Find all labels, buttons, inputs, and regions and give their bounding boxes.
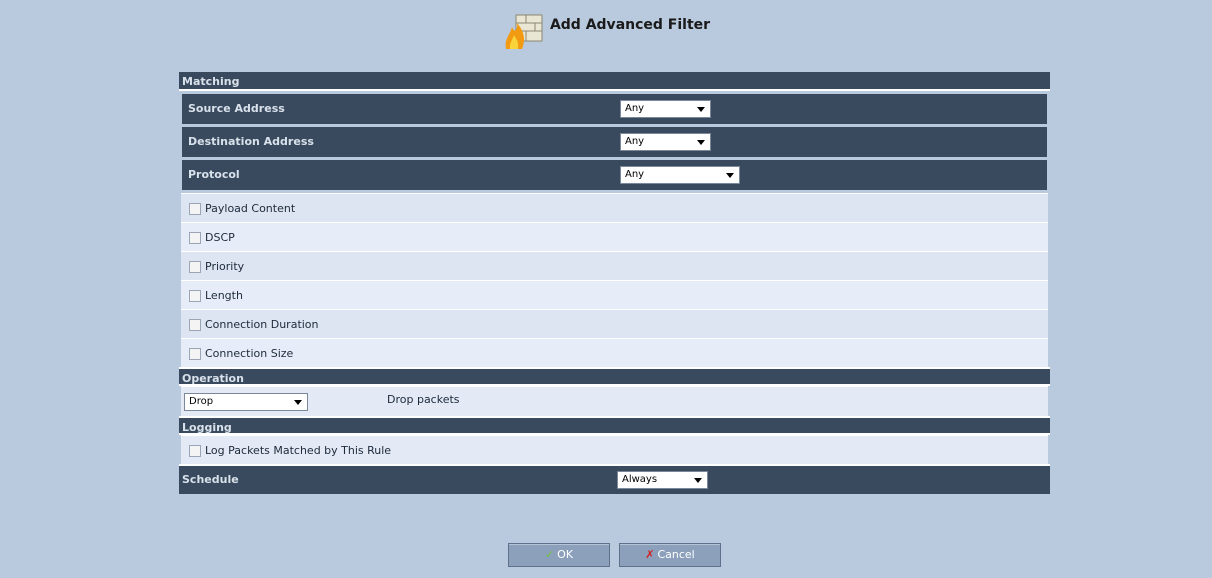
- log-packets-label: Log Packets Matched by This Rule: [205, 444, 392, 457]
- filter-panel: Matching Source Address Any Destination …: [179, 72, 1050, 494]
- checkmark-icon: ✓: [544, 548, 555, 561]
- ok-button[interactable]: ✓ OK: [508, 543, 610, 567]
- matching-options: Payload Content DSCP Priority Length Con…: [179, 193, 1050, 367]
- operation-section-header: Operation: [179, 367, 1050, 386]
- option-priority: Priority: [181, 251, 1048, 280]
- source-address-select[interactable]: Any: [620, 100, 711, 118]
- destination-address-select[interactable]: Any: [620, 133, 711, 151]
- dscp-label: DSCP: [205, 231, 235, 244]
- matching-section-header: Matching: [179, 72, 1050, 91]
- source-address-value: Any: [625, 103, 645, 114]
- schedule-select[interactable]: Always: [617, 471, 708, 489]
- dropdown-arrow-icon: [294, 400, 302, 405]
- dropdown-arrow-icon: [697, 107, 705, 112]
- protocol-row: Protocol Any: [182, 160, 1047, 190]
- schedule-row: Schedule Always: [179, 464, 1050, 494]
- priority-checkbox[interactable]: [189, 261, 201, 273]
- dropdown-arrow-icon: [697, 140, 705, 145]
- source-address-row: Source Address Any: [182, 94, 1047, 124]
- payload-content-label: Payload Content: [205, 202, 296, 215]
- option-connection-duration: Connection Duration: [181, 309, 1048, 338]
- length-label: Length: [205, 289, 243, 302]
- protocol-label: Protocol: [188, 168, 240, 181]
- cancel-label: Cancel: [657, 548, 695, 561]
- schedule-label: Schedule: [182, 473, 239, 486]
- length-checkbox[interactable]: [189, 290, 201, 302]
- connection-size-label: Connection Size: [205, 347, 294, 360]
- log-packets-row: Log Packets Matched by This Rule: [181, 435, 1048, 464]
- dscp-checkbox[interactable]: [189, 232, 201, 244]
- connection-size-checkbox[interactable]: [189, 348, 201, 360]
- dropdown-arrow-icon: [694, 478, 702, 483]
- option-length: Length: [181, 280, 1048, 309]
- cancel-button[interactable]: ✗ Cancel: [619, 543, 721, 567]
- destination-address-label: Destination Address: [188, 135, 314, 148]
- button-bar: ✓ OK ✗ Cancel: [0, 543, 1212, 567]
- option-payload-content: Payload Content: [181, 193, 1048, 222]
- operation-value: Drop: [189, 396, 214, 407]
- payload-content-checkbox[interactable]: [189, 203, 201, 215]
- option-dscp: DSCP: [181, 222, 1048, 251]
- destination-address-row: Destination Address Any: [182, 127, 1047, 157]
- operation-description: Drop packets: [387, 393, 460, 406]
- connection-duration-label: Connection Duration: [205, 318, 319, 331]
- option-connection-size: Connection Size: [181, 338, 1048, 367]
- protocol-select[interactable]: Any: [620, 166, 740, 184]
- ok-label: OK: [557, 548, 574, 561]
- logging-section-header: Logging: [179, 416, 1050, 435]
- connection-duration-checkbox[interactable]: [189, 319, 201, 331]
- schedule-value: Always: [622, 474, 658, 485]
- protocol-value: Any: [625, 169, 645, 180]
- priority-label: Priority: [205, 260, 245, 273]
- operation-row: Drop Drop packets: [181, 386, 1048, 416]
- firewall-icon: [505, 14, 543, 49]
- source-address-label: Source Address: [188, 102, 285, 115]
- page-title: Add Advanced Filter: [549, 17, 711, 33]
- dropdown-arrow-icon: [726, 173, 734, 178]
- cross-icon: ✗: [645, 548, 655, 561]
- destination-address-value: Any: [625, 136, 645, 147]
- page-header: Add Advanced Filter: [0, 8, 1212, 54]
- operation-select[interactable]: Drop: [184, 393, 308, 411]
- log-packets-checkbox[interactable]: [189, 445, 201, 457]
